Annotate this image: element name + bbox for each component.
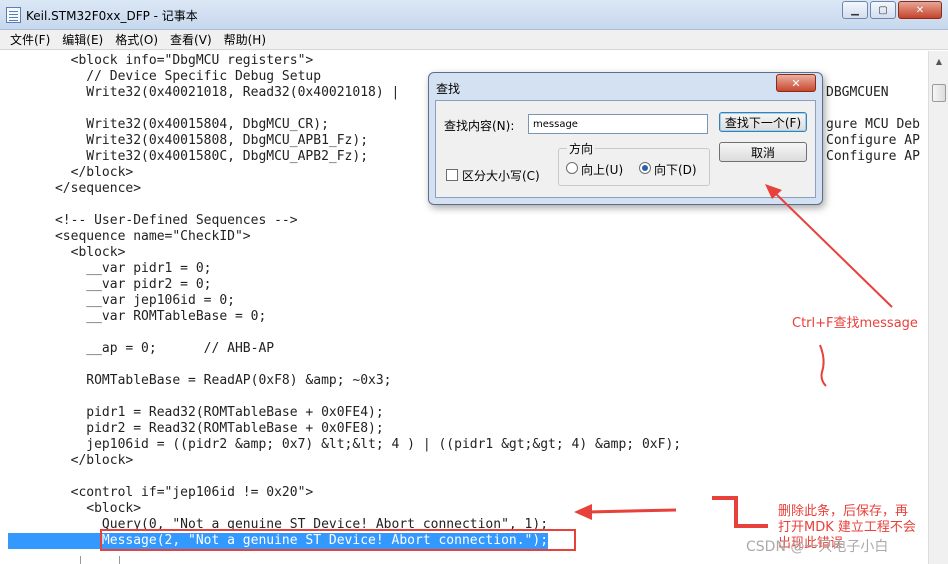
editor-line: <control if="jep106id != 0x20"> — [8, 485, 314, 500]
match-case-label[interactable]: 区分大小写(C) — [462, 167, 540, 184]
window-controls: ▁ ▢ ✕ — [840, 1, 942, 19]
editor-line: __var pidr2 = 0; — [8, 277, 212, 292]
editor-line: </sequence> — [8, 181, 142, 196]
direction-down-radio[interactable] — [639, 162, 651, 174]
vertical-scrollbar[interactable]: ▲ — [928, 51, 948, 564]
direction-down-label[interactable]: 向下(D) — [654, 161, 697, 178]
minimize-button[interactable]: ▁ — [842, 1, 868, 19]
direction-label: 方向 — [567, 140, 596, 157]
editor-line: </block> — [8, 453, 134, 468]
find-next-button[interactable]: 查找下一个(F) — [719, 112, 807, 132]
editor-line: ROMTableBase = ReadAP(0xF8) &amp; ~0x3; — [8, 373, 392, 388]
menu-edit[interactable]: 编辑(E) — [56, 31, 109, 48]
find-label: 查找内容(N): — [444, 119, 515, 133]
direction-group: 方向 向上(U) 向下(D) — [558, 140, 710, 186]
editor-line: __var jep106id = 0; — [8, 293, 235, 308]
direction-up-label[interactable]: 向上(U) — [581, 161, 623, 178]
match-case-checkbox[interactable] — [446, 169, 458, 181]
close-button[interactable]: ✕ — [898, 1, 942, 19]
editor-line: <block info="DbgMCU registers"> — [8, 53, 314, 68]
horizontal-scrollbar-thumb[interactable] — [80, 556, 120, 564]
editor-line: Write32(0x40015808, DbgMCU_APB1_Fz); — [8, 133, 369, 148]
find-input[interactable] — [528, 114, 708, 134]
watermark: CSDN @一只电子小白 — [746, 539, 889, 555]
editor-line: pidr2 = Read32(ROMTableBase + 0x0FE8); — [8, 421, 384, 436]
notepad-icon — [6, 7, 21, 23]
editor-line-fragment: Configure AP — [826, 149, 920, 164]
annotation-highlight-box — [100, 529, 576, 551]
editor-line: <block> — [8, 245, 126, 260]
menu-view[interactable]: 查看(V) — [164, 31, 218, 48]
cancel-button[interactable]: 取消 — [719, 142, 807, 162]
editor-line-fragment: Configure AP — [826, 133, 920, 148]
editor-line: __ap = 0; // AHB-AP — [8, 341, 275, 356]
menu-format[interactable]: 格式(O) — [109, 31, 164, 48]
menu-bar: 文件(F) 编辑(E) 格式(O) 查看(V) 帮助(H) — [0, 30, 948, 50]
editor-line: <block> — [8, 501, 142, 516]
scroll-thumb[interactable] — [932, 84, 946, 102]
menu-file[interactable]: 文件(F) — [4, 31, 56, 48]
find-dialog-close-button[interactable]: ✕ — [776, 74, 816, 92]
editor-line: jep106id = ((pidr2 &amp; 0x7) &lt;&lt; 4… — [8, 437, 682, 452]
find-dialog-title: 查找 — [436, 82, 461, 96]
editor-line: pidr1 = Read32(ROMTableBase + 0x0FE4); — [8, 405, 384, 420]
editor-line: Write32(0x4001580C, DbgMCU_APB2_Fz); — [8, 149, 369, 164]
menu-help[interactable]: 帮助(H) — [218, 31, 272, 48]
editor-line-fragment: gure MCU Deb — [826, 117, 920, 132]
scroll-up-icon[interactable]: ▲ — [931, 53, 947, 69]
editor-line: __var ROMTableBase = 0; — [8, 309, 267, 324]
editor-line: <!-- User-Defined Sequences --> — [8, 213, 298, 228]
window-title: Keil.STM32F0xx_DFP - 记事本 — [26, 9, 198, 23]
title-bar: Keil.STM32F0xx_DFP - 记事本 ▁ ▢ ✕ — [0, 0, 948, 30]
editor-line: </block> — [8, 165, 134, 180]
editor-line: <sequence name="CheckID"> — [8, 229, 251, 244]
editor-line-fragment: DBGMCUEN — [826, 85, 889, 100]
maximize-button[interactable]: ▢ — [870, 1, 896, 19]
find-dialog: 查找 ✕ 查找内容(N): 查找下一个(F) 取消 方向 向上(U) 向下(D)… — [428, 72, 823, 205]
direction-up-radio[interactable] — [566, 162, 578, 174]
editor-line: Write32(0x40021018, Read32(0x40021018) | — [8, 85, 400, 100]
annotation-ctrlf-note: Ctrl+F查找message — [792, 316, 918, 331]
editor-line: Write32(0x40015804, DbgMCU_CR); — [8, 117, 329, 132]
find-dialog-body: 查找内容(N): 查找下一个(F) 取消 方向 向上(U) 向下(D) 区分大小… — [435, 100, 816, 198]
editor-line: __var pidr1 = 0; — [8, 261, 212, 276]
editor-line: // Device Specific Debug Setup — [8, 69, 322, 84]
